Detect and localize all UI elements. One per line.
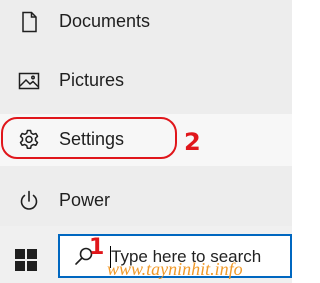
start-menu-item-label: Power — [59, 190, 111, 210]
windows-logo-icon — [15, 249, 37, 271]
start-menu: Documents Pictures Settings Power — [0, 0, 292, 226]
start-menu-item-power[interactable]: Power — [0, 175, 292, 227]
start-menu-item-label: Documents — [59, 11, 151, 31]
step-one-marker: 1 — [89, 235, 105, 260]
start-menu-item-documents[interactable]: Documents — [0, 0, 292, 48]
watermark: www.tayninhit.info — [107, 259, 243, 279]
document-icon — [17, 10, 41, 34]
settings-highlight-outline — [1, 117, 177, 159]
power-icon — [17, 189, 41, 213]
start-menu-item-label: Pictures — [59, 70, 125, 90]
step-two-marker: 2 — [184, 128, 201, 156]
pictures-icon — [17, 69, 41, 93]
start-button[interactable] — [15, 249, 37, 271]
start-menu-item-pictures[interactable]: Pictures — [0, 55, 292, 107]
